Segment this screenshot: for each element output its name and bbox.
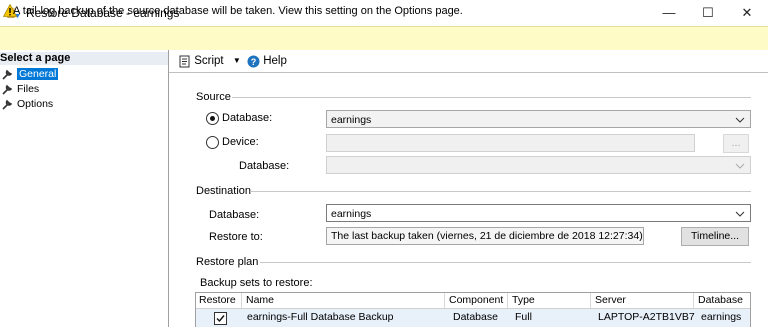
- restore-checkbox[interactable]: [214, 312, 227, 325]
- warning-text: A tail-log backup of the source database…: [13, 5, 463, 17]
- destination-divider: [250, 191, 751, 192]
- source-section-label: Source: [196, 91, 231, 103]
- restore-plan-divider: [260, 262, 751, 263]
- row-type-cell: Full: [515, 311, 532, 323]
- timeline-button[interactable]: Timeline...: [681, 227, 749, 246]
- help-button[interactable]: ? Help: [247, 53, 287, 69]
- destination-database-combo[interactable]: earnings: [326, 204, 751, 222]
- destination-database-label: Database:: [209, 209, 260, 221]
- database-radio-label: Database:: [222, 112, 273, 124]
- nav-item-general[interactable]: General: [2, 68, 59, 81]
- device-radio[interactable]: [206, 136, 219, 149]
- restore-plan-section-label: Restore plan: [196, 256, 259, 268]
- maximize-button[interactable]: ☐: [693, 2, 723, 24]
- browse-device-button[interactable]: ...: [723, 134, 749, 153]
- destination-section-label: Destination: [196, 185, 252, 197]
- row-database-cell: earnings: [701, 311, 742, 323]
- wrench-icon: [2, 84, 13, 95]
- device-database-select[interactable]: [326, 156, 751, 174]
- script-label: Script: [194, 55, 224, 67]
- svg-text:?: ?: [251, 57, 257, 67]
- checkmark-icon: [216, 315, 225, 323]
- nav-item-files[interactable]: Files: [2, 83, 39, 96]
- device-database-label: Database:: [239, 160, 290, 172]
- nav-item-options[interactable]: Options: [2, 98, 53, 111]
- source-database-select[interactable]: earnings: [326, 110, 751, 128]
- column-header-server[interactable]: Server: [592, 293, 694, 308]
- wrench-icon: [2, 99, 13, 110]
- column-header-name[interactable]: Name: [243, 293, 445, 308]
- source-database-value: earnings: [331, 114, 372, 126]
- script-icon: [179, 55, 190, 67]
- chevron-down-icon[interactable]: ▼: [233, 56, 241, 65]
- wrench-icon: [2, 69, 13, 80]
- help-icon: ?: [247, 55, 260, 67]
- nav-item-label: General: [17, 68, 59, 80]
- column-header-component[interactable]: Component: [446, 293, 508, 308]
- device-radio-label: Device:: [222, 136, 259, 148]
- backup-sets-label: Backup sets to restore:: [200, 277, 313, 289]
- row-component-cell: Database: [453, 311, 498, 323]
- destination-database-value: earnings: [331, 208, 372, 220]
- row-name-cell: earnings-Full Database Backup: [247, 311, 394, 323]
- restore-to-label: Restore to:: [209, 231, 263, 243]
- column-header-database[interactable]: Database: [695, 293, 750, 308]
- warning-bar: [0, 26, 768, 51]
- help-label: Help: [263, 55, 287, 67]
- script-button[interactable]: Script ▼: [178, 53, 241, 69]
- restore-to-field: The last backup taken (viernes, 21 de di…: [326, 227, 644, 245]
- close-button[interactable]: ✕: [732, 2, 762, 24]
- minimize-button[interactable]: —: [654, 2, 684, 24]
- chevron-down-icon: [735, 211, 745, 217]
- device-path-field[interactable]: [326, 134, 695, 152]
- nav-item-label: Files: [17, 83, 40, 95]
- chevron-down-icon: [735, 163, 745, 169]
- column-header-type[interactable]: Type: [509, 293, 591, 308]
- chevron-down-icon: [735, 117, 745, 123]
- column-header-restore[interactable]: Restore: [196, 293, 242, 308]
- database-radio[interactable]: [206, 112, 219, 125]
- row-server-cell: LAPTOP-A2TB1VB7: [598, 311, 695, 323]
- nav-item-label: Options: [17, 98, 54, 110]
- select-page-header: Select a page: [0, 52, 168, 65]
- source-divider: [232, 97, 751, 98]
